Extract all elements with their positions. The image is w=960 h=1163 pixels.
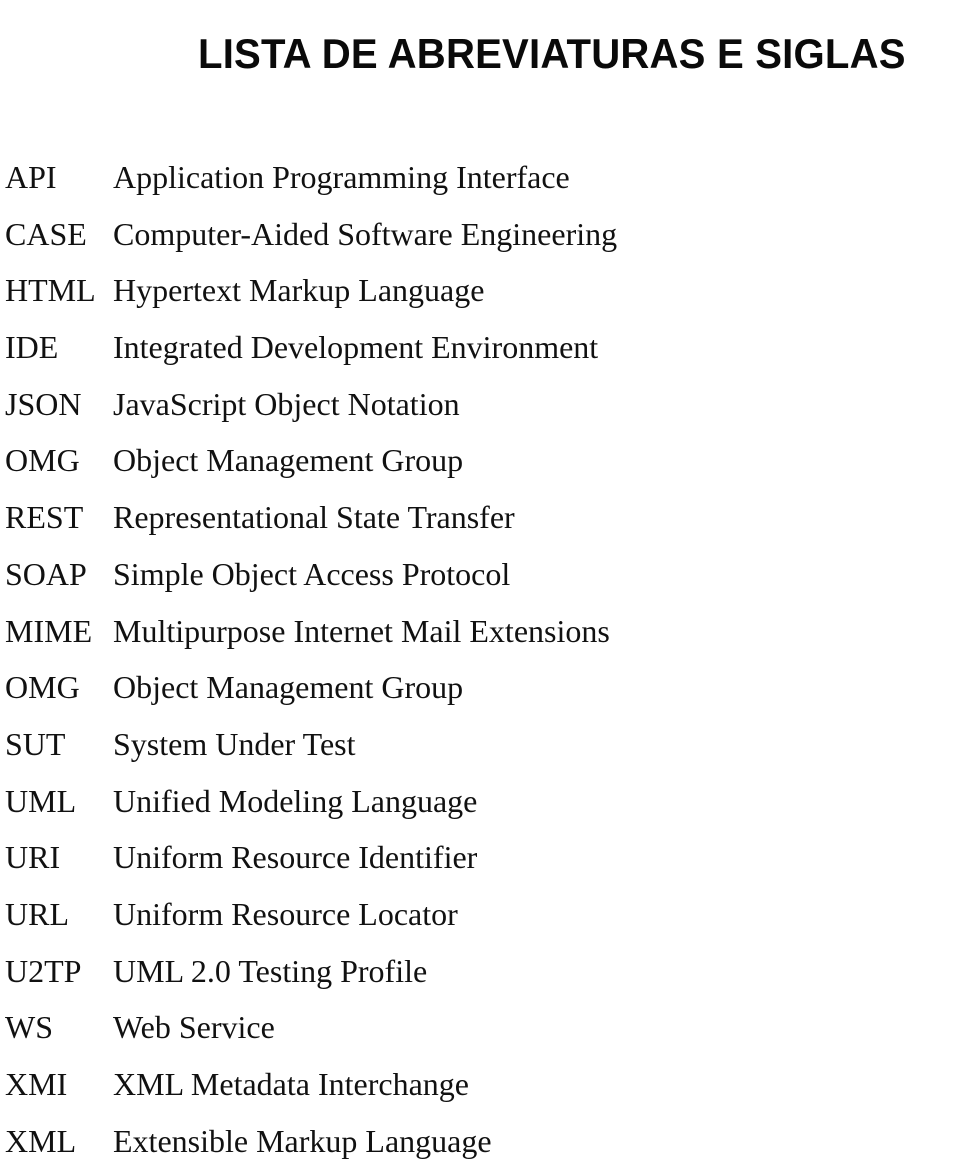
- abbreviation-term: XMI: [5, 1066, 68, 1102]
- abbreviation-term: WS: [5, 1009, 53, 1046]
- abbreviation-term: IDE: [5, 329, 59, 366]
- abbreviation-definition: UML 2.0 Testing Profile: [113, 952, 428, 989]
- abbreviation-term: HTML: [5, 272, 96, 309]
- abbreviation-definition: Object Management Group: [113, 669, 464, 706]
- abbreviation-row: URL Uniform Resource Locator: [0, 895, 960, 952]
- abbreviation-definition: Computer-Aided Software Engineering: [113, 215, 618, 252]
- abbreviation-term: UML: [5, 782, 77, 819]
- abbreviation-term: SOAP: [5, 555, 87, 592]
- abbreviation-row: WS Web Service: [0, 1008, 960, 1065]
- abbreviation-term: URI: [5, 839, 61, 876]
- abbreviation-row: CASE Computer-Aided Software Engineering: [0, 215, 960, 272]
- abbreviation-definition: Representational State Transfer: [113, 499, 515, 536]
- abbreviation-row: XMI XML Metadata Interchange: [0, 1065, 960, 1122]
- abbreviation-definition: Object Management Group: [113, 442, 464, 479]
- abbreviation-row: MIME Multipurpose Internet Mail Extension…: [0, 612, 960, 669]
- abbreviation-term: OMG: [5, 442, 80, 479]
- abbreviation-term: JSON: [5, 385, 82, 422]
- abbreviation-definition: Hypertext Markup Language: [113, 272, 485, 309]
- abbreviation-term: CASE: [5, 215, 87, 252]
- abbreviation-definition: Extensible Markup Language: [113, 1122, 492, 1159]
- abbreviation-row: OMG Object Management Group: [0, 441, 960, 498]
- abbreviation-row: XML Extensible Markup Language: [0, 1122, 960, 1163]
- document-page: LISTA DE ABREVIATURAS E SIGLAS API Applic…: [0, 0, 960, 1163]
- abbreviation-definition: Simple Object Access Protocol: [113, 555, 511, 592]
- abbreviation-term: REST: [5, 499, 84, 536]
- abbreviation-row: REST Representational State Transfer: [0, 498, 960, 555]
- abbreviation-definition: Uniform Resource Identifier: [113, 839, 478, 876]
- abbreviation-term: XML: [5, 1122, 77, 1159]
- abbreviation-definition: Application Programming Interface: [113, 159, 570, 195]
- abbreviation-term: URL: [5, 895, 69, 932]
- abbreviation-term: OMG: [5, 669, 80, 706]
- abbreviation-row: HTML Hypertext Markup Language: [0, 271, 960, 328]
- abbreviation-definition: Multipurpose Internet Mail Extensions: [113, 612, 610, 649]
- abbreviation-definition: System Under Test: [113, 725, 356, 762]
- abbreviation-list: API Application Programming Interface CASE…: [0, 158, 960, 1163]
- abbreviation-row: OMG Object Management Group: [0, 668, 960, 725]
- abbreviation-row: API Application Programming Interface: [0, 158, 960, 215]
- abbreviation-term: API: [5, 159, 57, 195]
- abbreviation-definition: Unified Modeling Language: [113, 782, 478, 819]
- abbreviation-row: SOAP Simple Object Access Protocol: [0, 555, 960, 612]
- abbreviation-row: JSON JavaScript Object Notation: [0, 385, 960, 442]
- abbreviation-row: UML Unified Modeling Language: [0, 782, 960, 839]
- page-title: LISTA DE ABREVIATURAS E SIGLAS: [198, 30, 906, 78]
- abbreviation-definition: JavaScript Object Notation: [113, 385, 460, 422]
- abbreviation-definition: Integrated Development Environment: [113, 329, 599, 366]
- abbreviation-row: SUT System Under Test: [0, 725, 960, 782]
- abbreviation-row: U2TP UML 2.0 Testing Profile: [0, 952, 960, 1009]
- abbreviation-definition: XML Metadata Interchange: [113, 1066, 469, 1102]
- abbreviation-definition: Uniform Resource Locator: [113, 895, 458, 932]
- abbreviation-term: MIME: [5, 612, 93, 649]
- abbreviation-definition: Web Service: [113, 1009, 275, 1046]
- abbreviation-term: U2TP: [5, 952, 82, 989]
- abbreviation-row: IDE Integrated Development Environment: [0, 328, 960, 385]
- abbreviation-row: URI Uniform Resource Identifier: [0, 838, 960, 895]
- abbreviation-term: SUT: [5, 725, 66, 762]
